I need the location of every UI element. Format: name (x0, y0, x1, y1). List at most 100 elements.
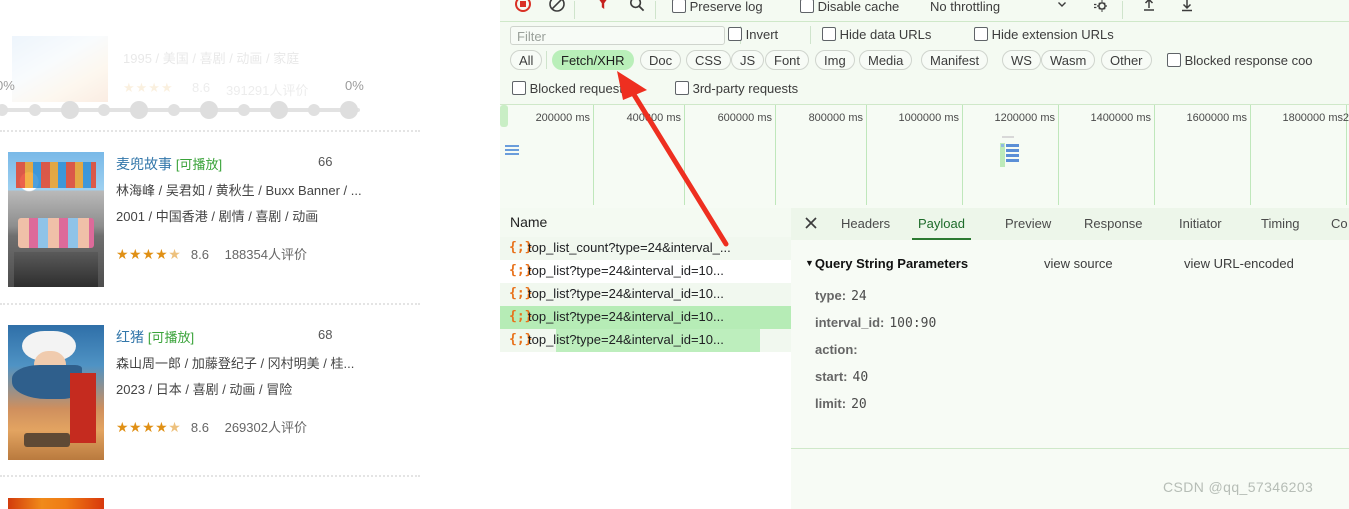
third-party-requests-label: 3rd-party requests (692, 81, 799, 96)
checkbox-box[interactable] (512, 81, 526, 95)
tab-timing[interactable]: Timing (1261, 216, 1300, 231)
slider-dot[interactable] (168, 104, 180, 116)
network-toolbar: Preserve log Disable cache No throttling (500, 0, 1349, 21)
param-row: interval_id: 100:90 (815, 315, 936, 331)
record-icon[interactable] (514, 0, 532, 16)
checkbox-box[interactable] (974, 27, 988, 41)
checkbox-box[interactable] (800, 0, 814, 13)
overview-tick-label: 1600000 ms (1186, 112, 1247, 124)
tab-payload[interactable]: Payload (912, 216, 971, 240)
query-string-parameters-label: Query String Parameters (814, 256, 969, 271)
type-filter-css[interactable]: CSS (686, 50, 731, 70)
overview-left-handle[interactable] (500, 105, 508, 127)
invert-checkbox[interactable]: Invert (728, 27, 778, 42)
movie-title-link[interactable]: 红猪 [可播放] (116, 327, 194, 347)
overview-tick-label: 400000 ms (626, 112, 681, 124)
network-request-list: Name {;} top_list_count?type=24&interval… (500, 208, 792, 509)
rating-score: 8.6 (190, 420, 209, 435)
request-row[interactable]: {;} top_list?type=24&interval_id=10... (500, 283, 791, 306)
slider-dot[interactable] (308, 104, 320, 116)
blocked-response-cookies-checkbox[interactable]: Blocked response coo (1167, 53, 1313, 68)
type-filter-img[interactable]: Img (815, 50, 855, 70)
throttling-select[interactable]: No throttling (930, 0, 1000, 14)
blocked-requests-checkbox[interactable]: Blocked requests (512, 81, 629, 96)
clear-icon[interactable] (548, 0, 566, 16)
slider-dot[interactable] (270, 101, 288, 119)
slider-dot[interactable] (340, 101, 358, 119)
slider-dot[interactable] (98, 104, 110, 116)
hide-data-urls-checkbox[interactable]: Hide data URLs (822, 27, 931, 42)
tab-headers[interactable]: Headers (841, 216, 890, 231)
type-filter-fetch-xhr[interactable]: Fetch/XHR (552, 50, 634, 70)
tab-response[interactable]: Response (1084, 216, 1143, 231)
preserve-log-checkbox[interactable]: Preserve log (672, 0, 763, 14)
movie-title-link[interactable]: 麦兜故事 [可播放] (116, 154, 222, 174)
movie-poster[interactable] (8, 325, 104, 460)
type-filter-font[interactable]: Font (765, 50, 810, 70)
type-filter-other[interactable]: Other (1101, 50, 1152, 70)
request-row[interactable]: {;} top_list?type=24&interval_id=10... (500, 260, 791, 283)
close-icon[interactable] (803, 215, 819, 231)
type-filter-media[interactable]: Media (859, 50, 913, 70)
checkbox-box[interactable] (822, 27, 836, 41)
movie-rank: 68 (318, 327, 333, 342)
third-party-requests-checkbox[interactable]: 3rd-party requests (675, 81, 798, 96)
type-filter-manifest[interactable]: Manifest (921, 50, 989, 70)
request-list-header[interactable]: Name (500, 208, 791, 238)
toolbar-divider (655, 1, 656, 19)
chevron-down-icon[interactable] (1056, 0, 1068, 13)
view-source-link[interactable]: view source (1044, 256, 1113, 271)
param-value: 20 (851, 397, 867, 412)
movie-rank: 66 (318, 154, 333, 169)
type-filter-doc[interactable]: Doc (640, 50, 682, 70)
rating-range-slider[interactable] (0, 101, 360, 119)
export-har-icon[interactable] (1178, 0, 1196, 17)
slider-dot[interactable] (130, 101, 148, 119)
request-name: top_list_count?type=24&interval_... (528, 240, 731, 255)
query-string-parameters-header[interactable]: ▼Query String Parameters (805, 256, 968, 271)
filter-funnel-icon[interactable] (595, 0, 611, 16)
import-har-icon[interactable] (1140, 0, 1158, 17)
checkbox-box[interactable] (728, 27, 742, 41)
rating-score: 8.6 (190, 247, 209, 262)
type-filter-wasm[interactable]: Wasm (1041, 50, 1096, 70)
type-filter-js[interactable]: JS (731, 50, 765, 70)
view-url-encoded-link[interactable]: view URL-encoded (1184, 256, 1294, 271)
blocked-requests-label: Blocked requests (529, 81, 630, 96)
overview-tick-label: 1400000 ms (1090, 112, 1151, 124)
param-value: 24 (851, 289, 867, 304)
slider-dot[interactable] (200, 101, 218, 119)
next-movie-poster-partial[interactable] (8, 498, 104, 509)
checkbox-box[interactable] (675, 81, 689, 95)
request-row[interactable]: {;} top_list?type=24&interval_id=10... (500, 329, 791, 352)
tab-initiator[interactable]: Initiator (1179, 216, 1222, 231)
network-overview-timeline[interactable]: 200000 ms 400000 ms 600000 ms 800000 ms … (500, 104, 1349, 210)
type-filter-ws[interactable]: WS (1002, 50, 1041, 70)
tab-preview[interactable]: Preview (1005, 216, 1051, 231)
slider-dot[interactable] (29, 104, 41, 116)
faded-movie-meta: 1995 / 美国 / 喜剧 / 动画 / 家庭 (123, 51, 300, 66)
tab-cookies[interactable]: Co (1331, 216, 1348, 231)
type-filter-all[interactable]: All (510, 50, 543, 70)
movie-poster[interactable] (8, 152, 104, 287)
overview-tick-label: 1000000 ms (898, 112, 959, 124)
disable-cache-checkbox[interactable]: Disable cache (800, 0, 899, 14)
checkbox-box[interactable] (1167, 53, 1181, 67)
search-icon[interactable] (628, 0, 646, 16)
movie-cast: 林海峰 / 吴君如 / 黄秋生 / Buxx Banner / ... (116, 183, 362, 198)
slider-right-percent: 0% (345, 78, 364, 93)
triangle-down-icon[interactable]: ▼ (805, 258, 814, 268)
slider-dot[interactable] (61, 101, 79, 119)
filter-input[interactable]: Filter (510, 26, 725, 45)
param-key: interval_id: (815, 315, 885, 330)
network-settings-icon[interactable] (1092, 0, 1110, 18)
slider-dot[interactable] (238, 104, 250, 116)
checkbox-box[interactable] (672, 0, 686, 13)
request-name: top_list?type=24&interval_id=10... (528, 286, 724, 301)
request-row[interactable]: {;} top_list_count?type=24&interval_... (500, 237, 791, 260)
rating-stars: ★★★★ (116, 246, 169, 262)
request-row-selected[interactable]: {;} top_list?type=24&interval_id=10... (500, 306, 791, 329)
slider-dot[interactable] (0, 104, 8, 116)
preserve-log-label: Preserve log (689, 0, 763, 14)
hide-extension-urls-checkbox[interactable]: Hide extension URLs (974, 27, 1114, 42)
